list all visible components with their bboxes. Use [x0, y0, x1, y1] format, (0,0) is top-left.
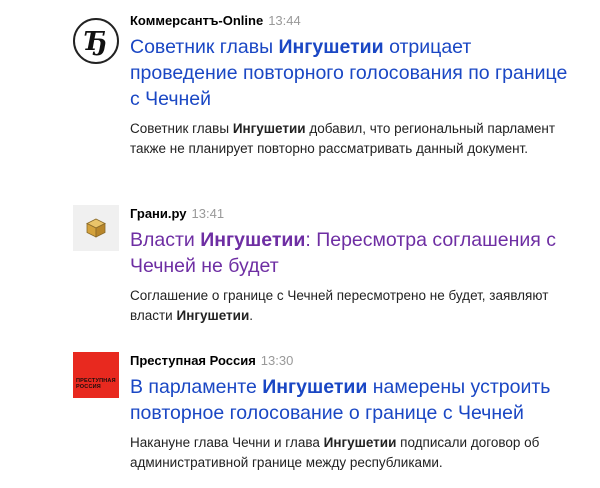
news-item-content: Грани.ру 13:41 Власти Ингушетии: Пересмот…: [130, 205, 580, 326]
publish-time: 13:44: [268, 13, 301, 28]
kommersant-logo-icon[interactable]: Ђ: [73, 18, 119, 64]
logo-wordmark: ПРЕСТУПНАЯ РОССИЯ: [76, 378, 116, 390]
publish-time: 13:30: [260, 353, 294, 368]
news-item-meta: Грани.ру 13:41: [130, 205, 580, 222]
source-name[interactable]: Грани.ру: [130, 206, 187, 221]
title-highlight: Ингушетии: [262, 376, 368, 398]
grani-cube-icon[interactable]: [73, 205, 119, 251]
title-text: Советник главы: [130, 36, 279, 58]
news-title-link[interactable]: Власти Ингушетии: Пересмотра соглашения …: [130, 227, 580, 279]
snippet-text: Накануне глава Чечни и глава: [130, 435, 324, 450]
logo-wordmark-line: РОССИЯ: [76, 384, 101, 390]
title-highlight: Ингушетии: [200, 229, 306, 251]
news-item-content: Преступная Россия 13:30 В парламенте Ингу…: [130, 352, 580, 473]
news-item-meta: Преступная Россия 13:30: [130, 352, 580, 369]
snippet-highlight: Ингушетии: [176, 308, 250, 323]
snippet-highlight: Ингушетии: [323, 435, 397, 450]
svg-text:Ђ: Ђ: [84, 27, 107, 57]
source-name[interactable]: Преступная Россия: [130, 353, 256, 368]
news-snippet: Накануне глава Чечни и глава Ингушетии п…: [130, 433, 580, 473]
news-title-link[interactable]: Советник главы Ингушетии отрицает провед…: [130, 34, 580, 112]
grani-cube-icon-glyph: [86, 218, 106, 238]
news-item-content: Коммерсантъ-Online 13:44 Советник главы И…: [130, 12, 580, 159]
title-highlight: Ингушетии: [278, 36, 384, 58]
news-feed: Ђ Коммерсантъ-Online 13:44 Советник главы…: [0, 0, 600, 488]
news-title-link[interactable]: В парламенте Ингушетии намерены устроить…: [130, 374, 580, 426]
snippet-highlight: Ингушетии: [232, 121, 306, 136]
news-snippet: Советник главы Ингушетии добавил, что ре…: [130, 119, 580, 159]
news-snippet: Соглашение о границе с Чечней пересмотре…: [130, 286, 580, 326]
title-text: В парламенте: [130, 376, 263, 398]
publish-time: 13:41: [191, 206, 225, 221]
source-name[interactable]: Коммерсантъ-Online: [130, 13, 263, 28]
news-item-meta: Коммерсантъ-Online 13:44: [130, 12, 580, 29]
kommersant-logo-icon-glyph: Ђ: [84, 27, 107, 57]
title-text: Власти: [130, 229, 201, 251]
prestupnaya-rossiya-logo-icon[interactable]: ПРЕСТУПНАЯ РОССИЯ: [73, 352, 119, 398]
snippet-text: Советник главы: [130, 121, 233, 136]
snippet-text: .: [249, 308, 254, 323]
